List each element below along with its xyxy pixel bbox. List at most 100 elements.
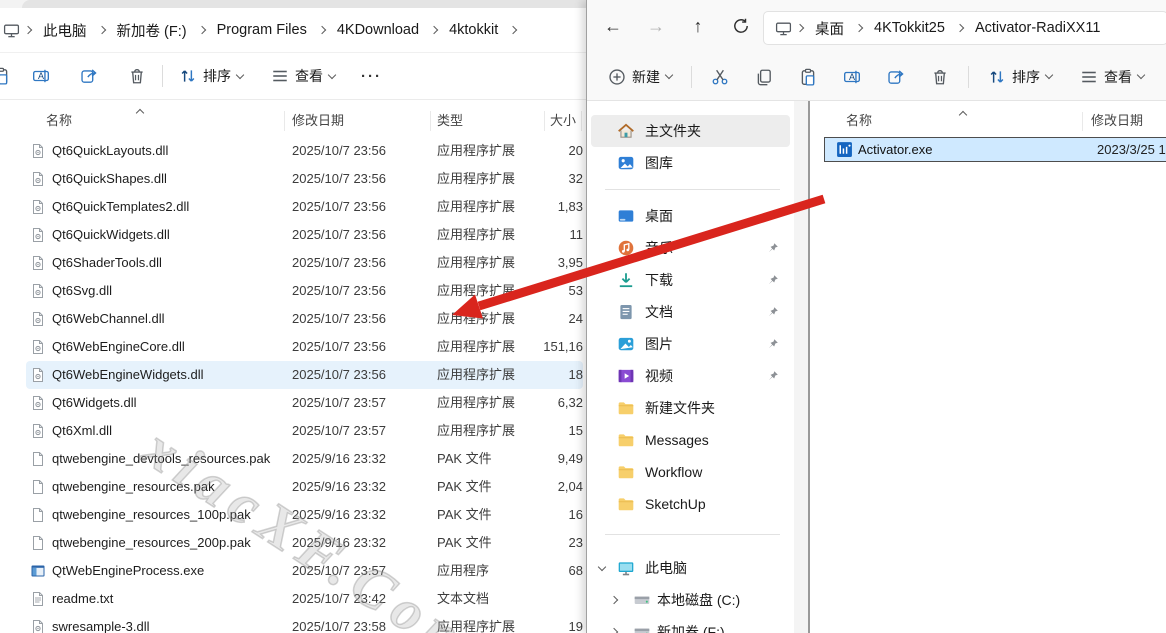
file-row[interactable]: qtwebengine_resources.pak2025/9/16 23:32…: [0, 473, 586, 501]
svg-text:A: A: [849, 72, 855, 82]
file-row[interactable]: Qt6QuickShapes.dll2025/10/7 23:56应用程序扩展3…: [0, 165, 586, 193]
expander-right-icon[interactable]: [610, 596, 618, 604]
back-button[interactable]: ←: [595, 10, 631, 42]
left-crumb-1[interactable]: 新加卷 (F:): [110, 17, 194, 44]
file-dt: 2025/10/7 23:56: [292, 137, 386, 165]
file-row-activator[interactable]: Activator.exe 2023/3/25 1: [824, 137, 1166, 162]
sidebar-item-3[interactable]: 桌面: [591, 200, 790, 232]
right-crumb-0[interactable]: 桌面: [808, 15, 851, 42]
left-crumb-2[interactable]: Program Files: [210, 19, 314, 41]
sort-button[interactable]: 排序: [172, 60, 250, 92]
delete-button[interactable]: [924, 62, 956, 92]
sidebar-item-11[interactable]: Workflow: [591, 456, 790, 488]
copy-button[interactable]: [748, 62, 780, 92]
expander-right-icon[interactable]: [610, 628, 618, 633]
share-button[interactable]: [73, 61, 105, 91]
column-header-size[interactable]: 大小: [550, 106, 576, 136]
sidebar-item-14[interactable]: 此电脑: [591, 552, 790, 584]
file-tp: PAK 文件: [437, 529, 492, 557]
file-nm: Qt6Svg.dll: [52, 277, 112, 305]
expander-down-icon[interactable]: [598, 562, 606, 570]
sidebar-item-5[interactable]: 下载: [591, 264, 790, 296]
delete-button[interactable]: [121, 61, 153, 91]
cut-button[interactable]: [704, 62, 736, 92]
view-label: 查看: [1104, 67, 1132, 87]
column-header-name[interactable]: 名称: [46, 106, 72, 136]
file-row[interactable]: Qt6Svg.dll2025/10/7 23:56应用程序扩展53: [0, 277, 586, 305]
left-crumb-0[interactable]: 此电脑: [36, 17, 94, 44]
file-row[interactable]: Qt6QuickLayouts.dll2025/10/7 23:56应用程序扩展…: [0, 137, 586, 165]
desktop-icon: [617, 207, 635, 225]
sort-button[interactable]: 排序: [981, 61, 1059, 93]
file-row[interactable]: Qt6WebEngineWidgets.dll2025/10/7 23:56应用…: [0, 361, 586, 389]
sidebar-item-16[interactable]: 新加卷 (F:): [591, 616, 790, 633]
pak-file-icon: [30, 507, 46, 523]
up-button[interactable]: ↑: [680, 10, 716, 42]
file-row[interactable]: swresample-3.dll2025/10/7 23:58应用程序扩展19: [0, 613, 586, 633]
refresh-button[interactable]: [723, 10, 759, 42]
file-row[interactable]: readme.txt2025/10/7 23:42文本文档: [0, 585, 586, 613]
left-address-breadcrumb[interactable]: 此电脑新加卷 (F:) Program Files 4KDownload 4ktokk…: [0, 8, 586, 53]
sidebar-item-label: 视频: [645, 366, 673, 386]
sidebar-divider: [605, 189, 780, 190]
address-bar[interactable]: 桌面 4KTokkit25 Activator-RadiXX11: [763, 11, 1166, 45]
file-sz: 19: [569, 613, 583, 633]
view-button[interactable]: 查看: [264, 60, 342, 92]
sidebar-item-7[interactable]: 图片: [591, 328, 790, 360]
file-row[interactable]: Qt6ShaderTools.dll2025/10/7 23:56应用程序扩展3…: [0, 249, 586, 277]
new-button[interactable]: 新建: [601, 61, 679, 93]
file-nm: swresample-3.dll: [52, 613, 150, 633]
sidebar-item-1[interactable]: 图库: [591, 147, 790, 179]
column-header-type[interactable]: 类型: [437, 106, 463, 136]
sidebar-item-4[interactable]: 音乐: [591, 232, 790, 264]
sidebar-item-15[interactable]: 本地磁盘 (C:): [591, 584, 790, 616]
file-row[interactable]: Qt6Widgets.dll2025/10/7 23:57应用程序扩展6,32: [0, 389, 586, 417]
sidebar-item-0[interactable]: 主文件夹: [591, 115, 790, 147]
rename-button[interactable]: A: [25, 61, 57, 91]
dll-file-icon: [30, 143, 46, 159]
pin-icon: [766, 273, 780, 287]
sidebar-item-10[interactable]: Messages: [591, 424, 790, 456]
file-dt: 2025/10/7 23:42: [292, 585, 386, 613]
sidebar-item-label: 桌面: [645, 206, 673, 226]
column-header-date[interactable]: 修改日期: [1091, 107, 1143, 135]
file-row[interactable]: Qt6WebEngineCore.dll2025/10/7 23:56应用程序扩…: [0, 333, 586, 361]
file-row[interactable]: Qt6WebChannel.dll2025/10/7 23:56应用程序扩展24: [0, 305, 586, 333]
sidebar-item-8[interactable]: 视频: [591, 360, 790, 392]
file-tp: 应用程序扩展: [437, 137, 515, 165]
column-header-date[interactable]: 修改日期: [292, 106, 344, 136]
left-explorer-window: 此电脑新加卷 (F:) Program Files 4KDownload 4ktokk…: [0, 0, 586, 633]
file-sz: 53: [569, 277, 583, 305]
folder-icon: [617, 463, 635, 481]
file-row[interactable]: Qt6Xml.dll2025/10/7 23:57应用程序扩展15: [0, 417, 586, 445]
file-row[interactable]: qtwebengine_resources_200p.pak2025/9/16 …: [0, 529, 586, 557]
rename-button[interactable]: A: [836, 62, 868, 92]
right-crumb-1[interactable]: 4KTokkit25: [867, 17, 952, 39]
view-button[interactable]: 查看: [1073, 61, 1151, 93]
file-row[interactable]: qtwebengine_resources_100p.pak2025/9/16 …: [0, 501, 586, 529]
file-tp: PAK 文件: [437, 445, 492, 473]
more-options-button[interactable]: ···: [354, 62, 389, 91]
paste-button[interactable]: [792, 62, 824, 92]
share-button[interactable]: [880, 62, 912, 92]
svg-text:A: A: [38, 71, 44, 81]
paste-icon[interactable]: [0, 67, 11, 85]
sidebar-item-12[interactable]: SketchUp: [591, 488, 790, 520]
file-dt: 2025/9/16 23:32: [292, 445, 386, 473]
sort-arrows-icon: [988, 68, 1006, 86]
sidebar-item-6[interactable]: 文档: [591, 296, 790, 328]
sidebar-item-label: 此电脑: [645, 558, 687, 578]
file-row[interactable]: qtwebengine_devtools_resources.pak2025/9…: [0, 445, 586, 473]
file-row[interactable]: QtWebEngineProcess.exe2025/10/7 23:57应用程…: [0, 557, 586, 585]
sidebar-scrollbar[interactable]: [794, 101, 810, 633]
right-crumb-2[interactable]: Activator-RadiXX11: [968, 17, 1107, 39]
sidebar-item-9[interactable]: 新建文件夹: [591, 392, 790, 424]
column-header-name[interactable]: 名称: [846, 107, 872, 135]
file-nm: Qt6WebEngineCore.dll: [52, 333, 185, 361]
left-crumb-3[interactable]: 4KDownload: [330, 19, 426, 41]
file-row[interactable]: Qt6QuickWidgets.dll2025/10/7 23:56应用程序扩展…: [0, 221, 586, 249]
left-crumb-4[interactable]: 4ktokkit: [442, 19, 505, 41]
forward-button[interactable]: →: [638, 10, 674, 42]
file-row[interactable]: Qt6QuickTemplates2.dll2025/10/7 23:56应用程…: [0, 193, 586, 221]
sort-label: 排序: [1012, 67, 1040, 87]
